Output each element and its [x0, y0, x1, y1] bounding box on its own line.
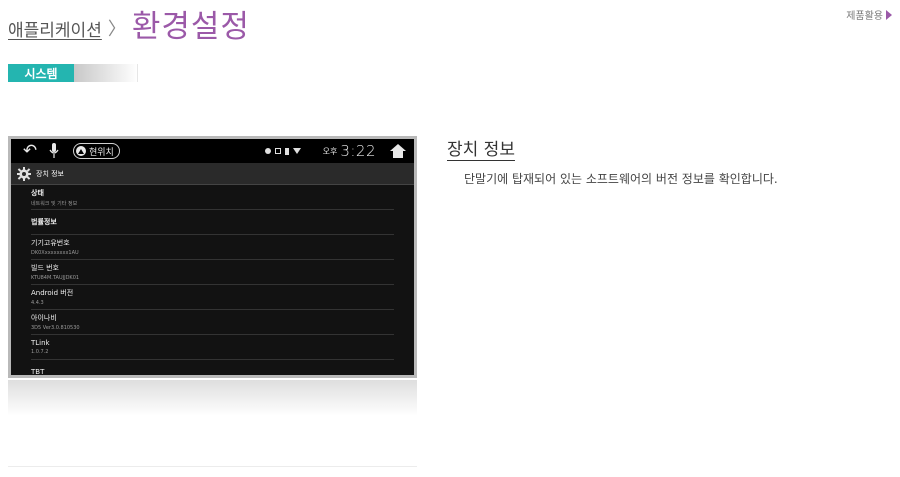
- list-item-subtitle: 4.4.3: [31, 300, 44, 306]
- list-item[interactable]: 아이나비 3D5 Ver3.0.810530: [31, 310, 394, 335]
- settings-header-label: 장치 정보: [36, 169, 64, 178]
- list-item-title: 기기고유번호: [31, 239, 70, 247]
- product-usage-label: 제품활용: [846, 11, 883, 22]
- list-item[interactable]: 빌드 번호 KTU84M.TAUJJDK01: [31, 260, 394, 285]
- clock-time: 3:22: [340, 142, 376, 160]
- home-icon[interactable]: [390, 144, 406, 158]
- navigation-icon: [76, 146, 86, 156]
- list-item-title: TLink: [31, 339, 50, 347]
- microphone-icon[interactable]: [41, 143, 67, 159]
- gps-icon: [264, 148, 271, 154]
- page-title: 환경설정: [131, 9, 250, 45]
- list-item-subtitle: DK0Xxxxxxxxx1AU: [31, 250, 79, 256]
- sd-card-icon: [274, 148, 281, 154]
- system-status-icons: [264, 147, 301, 155]
- list-item-title: 아이나비: [31, 314, 57, 322]
- info-description: 단말기에 탑재되어 있는 소프트웨어의 버전 정보를 확인합니다.: [464, 172, 778, 186]
- list-item-subtitle: KTU84M.TAUJJDK01: [31, 275, 80, 281]
- list-item-subtitle: 3D5 Ver3.0.810530: [31, 325, 80, 331]
- section-tab-label: 시스템: [8, 64, 74, 82]
- list-item-title: Android 버전: [31, 289, 74, 297]
- info-title: 장치 정보: [447, 140, 515, 160]
- settings-header: 장치 정보: [11, 163, 414, 185]
- back-arrow-icon[interactable]: ↶: [19, 141, 41, 161]
- list-item-subtitle: 네트워크 및 기타 정보: [31, 200, 78, 207]
- list-item[interactable]: TLink 1.0.7.2: [31, 335, 394, 360]
- list-item[interactable]: 기기고유번호 DK0Xxxxxxxxx1AU: [31, 235, 394, 260]
- device-screenshot: ↶ 현위치 오후 3:22 장치 정보 상태 네트워크 및 기타 정보 법률정보…: [8, 136, 417, 378]
- section-tab-system: 시스템: [8, 64, 138, 82]
- arrow-right-icon: [886, 9, 892, 20]
- list-item[interactable]: 법률정보: [31, 210, 394, 235]
- list-item[interactable]: TBT: [31, 360, 394, 376]
- list-item[interactable]: Android 버전 4.4.3: [31, 285, 394, 310]
- section-divider: [137, 64, 138, 82]
- wifi-icon: [292, 148, 301, 154]
- section-tab-fade: [74, 64, 138, 82]
- list-item-title: TBT: [31, 368, 45, 376]
- screenshot-reflection: [8, 380, 417, 416]
- bottom-divider: [8, 466, 417, 467]
- breadcrumb: 애플리케이션 〉 환경설정: [8, 6, 250, 46]
- list-item-subtitle: 1.0.7.2: [31, 349, 49, 355]
- battery-icon: [284, 147, 289, 155]
- breadcrumb-separator: 〉: [107, 19, 126, 40]
- product-usage-link[interactable]: 제품활용: [846, 7, 892, 22]
- list-item-title: 법률정보: [31, 218, 57, 226]
- current-location-label: 현위치: [89, 147, 114, 158]
- current-location-button[interactable]: 현위치: [73, 143, 120, 159]
- device-status-bar: ↶ 현위치 오후 3:22: [11, 139, 414, 163]
- list-item[interactable]: 상태 네트워크 및 기타 정보: [31, 185, 394, 210]
- settings-list: 상태 네트워크 및 기타 정보 법률정보 기기고유번호 DK0Xxxxxxxxx…: [11, 185, 414, 376]
- gear-icon: [17, 166, 31, 181]
- breadcrumb-parent-link[interactable]: 애플리케이션: [8, 16, 102, 41]
- list-item-title: 상태: [31, 188, 44, 197]
- list-item-title: 빌드 번호: [31, 264, 59, 272]
- clock-ampm: 오후: [322, 146, 338, 156]
